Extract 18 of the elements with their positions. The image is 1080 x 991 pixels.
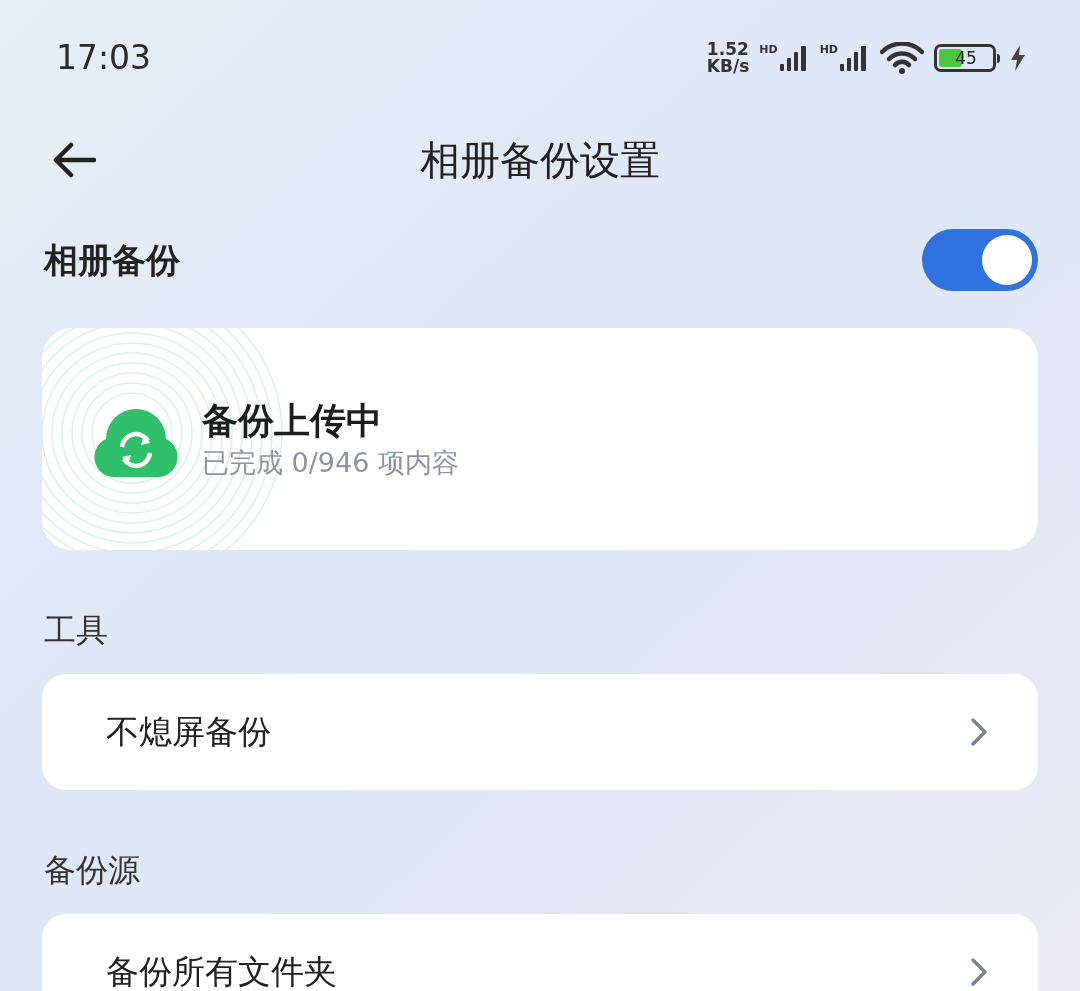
hd-label: HD xyxy=(819,44,838,55)
toggle-label: 相册备份 xyxy=(44,238,180,282)
status-time: 17:03 xyxy=(56,37,152,80)
settings-row[interactable]: 不熄屏备份 xyxy=(42,674,1038,790)
chevron-icon xyxy=(970,717,988,747)
chevron-icon xyxy=(970,957,988,987)
section-heading: 工具 xyxy=(44,611,108,649)
row-label: 不熄屏备份 xyxy=(106,711,271,754)
status-subtitle: 已完成 0/946 项内容 xyxy=(202,446,459,480)
section-heading: 备份源 xyxy=(44,851,140,889)
back-icon[interactable] xyxy=(52,142,96,178)
hd-label: HD xyxy=(759,44,778,55)
status-title: 备份上传中 xyxy=(202,399,383,443)
network-speed: 1.52 KB/s xyxy=(706,41,750,75)
page-title: 相册备份设置 xyxy=(420,136,660,185)
row-label: 备份所有文件夹 xyxy=(106,951,337,991)
wifi-icon xyxy=(880,42,924,74)
settings-row[interactable]: 备份所有文件夹 xyxy=(42,914,1038,991)
